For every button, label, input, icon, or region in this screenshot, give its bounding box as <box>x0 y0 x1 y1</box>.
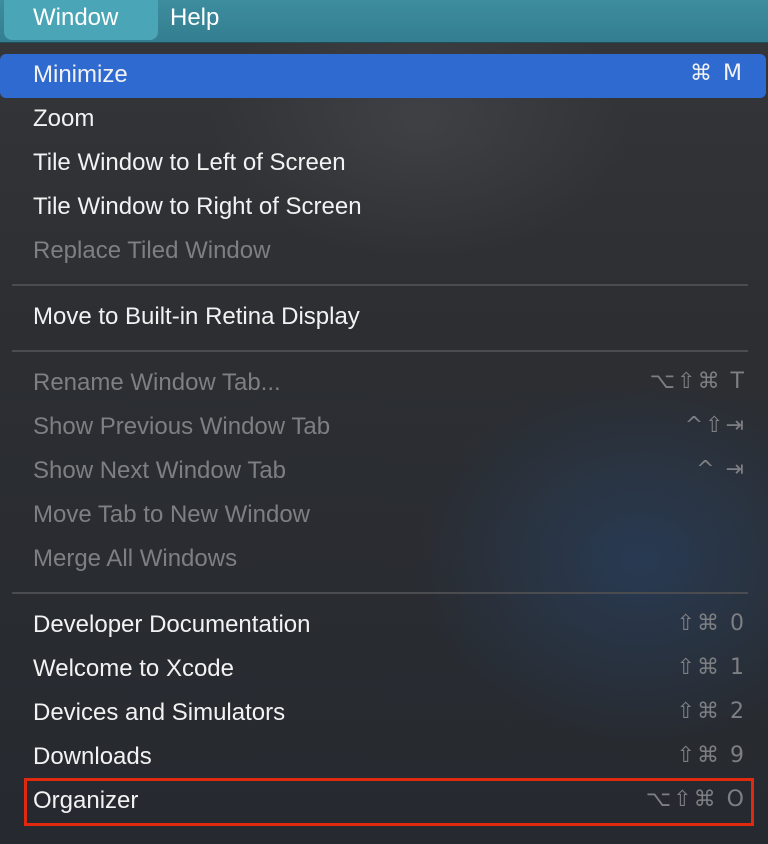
menu-item-label: Move to Built-in Retina Display <box>33 303 360 330</box>
menu-separator <box>12 350 748 352</box>
menu-item-label: Tile Window to Right of Screen <box>33 193 362 220</box>
menu-item-zoom[interactable]: Zoom <box>0 98 768 142</box>
menu-item-tile-right[interactable]: Tile Window to Right of Screen <box>0 186 768 230</box>
menu-item-shortcut: ⌘ M <box>690 61 744 86</box>
menu-item-merge-all-windows: Merge All Windows <box>0 538 768 582</box>
menu-item-shortcut: ^⇧⇥ <box>684 413 746 438</box>
menu-item-developer-documentation[interactable]: Developer Documentation ⇧⌘ 0 <box>0 604 768 648</box>
window-menu-dropdown: Minimize ⌘ M Zoom Tile Window to Left of… <box>0 44 768 844</box>
menu-item-show-next-tab: Show Next Window Tab ^ ⇥ <box>0 450 768 494</box>
menu-item-shortcut: ⌥⇧⌘ T <box>649 369 746 394</box>
menubar-window-label: Window <box>33 4 119 31</box>
menu-bar: Window Help <box>0 0 768 43</box>
annotation-highlight-box <box>24 778 754 826</box>
menu-item-label: Minimize <box>33 61 128 88</box>
menu-item-minimize[interactable]: Minimize ⌘ M <box>0 54 766 98</box>
menu-item-devices-and-simulators[interactable]: Devices and Simulators ⇧⌘ 2 <box>0 692 768 736</box>
menu-item-tile-left[interactable]: Tile Window to Left of Screen <box>0 142 768 186</box>
menu-item-welcome-to-xcode[interactable]: Welcome to Xcode ⇧⌘ 1 <box>0 648 768 692</box>
menu-item-shortcut: ⇧⌘ 0 <box>676 611 746 636</box>
menubar-help[interactable]: Help <box>170 0 219 40</box>
screen: Window Help Minimize ⌘ M Zoom Tile Windo… <box>0 0 768 844</box>
menu-item-label: Devices and Simulators <box>33 699 286 726</box>
menu-separator <box>12 592 748 594</box>
menu-item-replace-tiled-window: Replace Tiled Window <box>0 230 768 274</box>
menu-item-shortcut: ⇧⌘ 2 <box>676 699 746 724</box>
menu-item-label: Replace Tiled Window <box>33 237 271 264</box>
menu-item-move-tab-to-new-window: Move Tab to New Window <box>0 494 768 538</box>
menu-item-shortcut: ^ ⇥ <box>696 457 746 482</box>
menu-item-downloads[interactable]: Downloads ⇧⌘ 9 <box>0 736 768 780</box>
menu-item-label: Tile Window to Left of Screen <box>33 149 346 176</box>
menu-item-label: Developer Documentation <box>33 611 311 638</box>
menu-item-label: Show Next Window Tab <box>33 457 287 484</box>
menu-separator <box>12 284 748 286</box>
menu-item-label: Move Tab to New Window <box>33 501 311 528</box>
menu-item-show-previous-tab: Show Previous Window Tab ^⇧⇥ <box>0 406 768 450</box>
menu-item-label: Downloads <box>33 743 152 770</box>
menu-item-rename-window-tab: Rename Window Tab... ⌥⇧⌘ T <box>0 362 768 406</box>
menu-item-label: Show Previous Window Tab <box>33 413 331 440</box>
menubar-window[interactable]: Window <box>4 0 158 40</box>
menu-item-label: Merge All Windows <box>33 545 238 572</box>
menu-item-label: Welcome to Xcode <box>33 655 234 682</box>
menu-item-shortcut: ⇧⌘ 1 <box>676 655 746 680</box>
menu-item-label: Rename Window Tab... <box>33 369 281 396</box>
menu-item-label: Zoom <box>33 105 95 132</box>
menu-item-shortcut: ⇧⌘ 9 <box>676 743 746 768</box>
menu-item-move-to-display[interactable]: Move to Built-in Retina Display <box>0 296 768 340</box>
menubar-help-label: Help <box>170 4 220 31</box>
